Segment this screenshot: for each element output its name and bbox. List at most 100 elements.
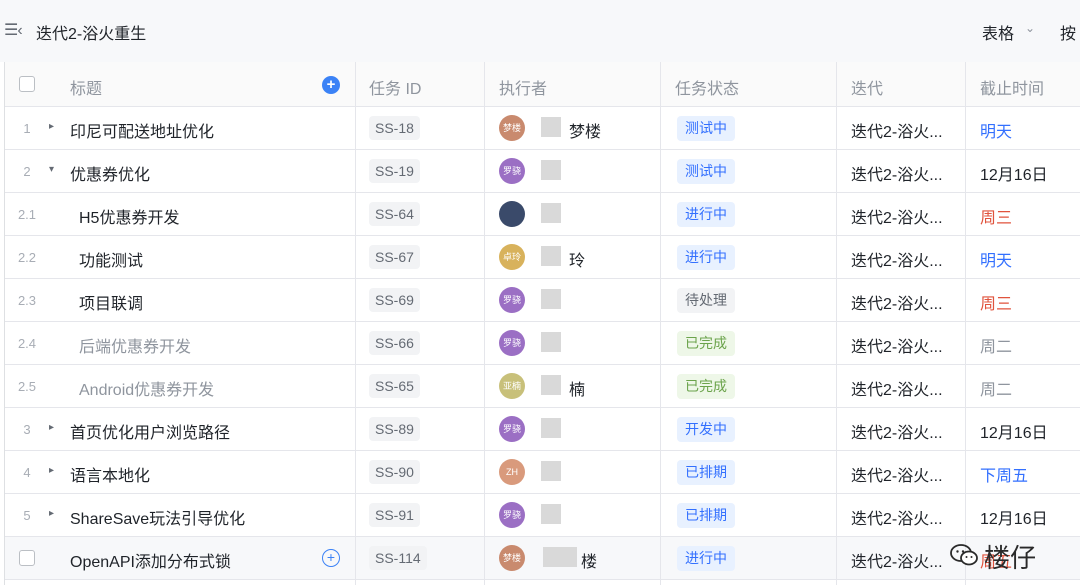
status-badge[interactable]: 已完成 [677,374,735,399]
task-id-badge: SS-91 [369,503,420,527]
redacted-owner-block [541,375,561,395]
chevron-down-icon[interactable]: ⌄ [1025,21,1035,35]
due-date-cell[interactable]: 周三 [980,204,1012,228]
column-header-task-id[interactable]: 任务 ID [369,75,421,99]
status-badge[interactable]: 已排期 [677,460,735,485]
iteration-cell[interactable]: 迭代2-浴火... [851,118,943,142]
row-number: 1 [23,121,31,136]
status-badge[interactable]: 进行中 [677,202,735,227]
status-badge[interactable]: 进行中 [677,245,735,270]
column-header-owner[interactable]: 执行者 [499,75,547,99]
select-all-checkbox[interactable] [19,76,35,92]
due-date-cell[interactable]: 周三 [980,290,1012,314]
add-task-icon[interactable]: + [322,76,340,94]
due-date-cell[interactable]: 12月16日 [980,161,1048,185]
task-table: 标题 + 任务 ID 执行者 任务状态 迭代 截止时间 1 ▸ 印尼可配送地址优化 S… [4,62,1080,585]
owner-name: 楠 [569,382,586,399]
watermark-text: 楼仔 [984,543,1037,573]
task-title[interactable]: 印尼可配送地址优化 [70,118,214,142]
collapse-sidebar-icon[interactable]: ☰‹ [4,20,23,40]
avatar[interactable]: 罗骁 [499,330,525,356]
due-date-cell[interactable]: 周二 [980,376,1012,400]
avatar[interactable]: 罗骁 [499,416,525,442]
row-divider [5,536,1080,537]
avatar[interactable]: 梦楼 [499,545,525,571]
avatar[interactable]: 亚楠 [499,373,525,399]
table-row[interactable]: 2.2 功能测试 SS-67 卓玲 玲 进行中 迭代2-浴火... 明天 [5,236,1080,279]
table-row[interactable]: 2.3 项目联调 SS-69 罗骁 待处理 迭代2-浴火... 周三 [5,279,1080,322]
task-title[interactable]: ShareSave玩法引导优化 [70,505,245,529]
table-row[interactable]: 3 ▸ 首页优化用户浏览路径 SS-89 罗骁 开发中 迭代2-浴火... 12月16日 [5,408,1080,451]
table-row[interactable]: 2 ▾ 优惠券优化 SS-19 罗骁 测试中 迭代2-浴火... 12月16日 [5,150,1080,193]
due-date-cell[interactable]: 12月16日 [980,505,1048,529]
iteration-cell[interactable]: 迭代2-浴火... [851,376,943,400]
table-row[interactable]: 2.1 H5优惠券开发 SS-64 进行中 迭代2-浴火... 周三 [5,193,1080,236]
iteration-cell[interactable]: 迭代2-浴火... [851,548,943,572]
table-row[interactable]: 2.4 后端优惠券开发 SS-66 罗骁 已完成 迭代2-浴火... 周二 [5,322,1080,365]
status-badge[interactable]: 测试中 [677,116,735,141]
view-selector-label[interactable]: 表格 [982,20,1014,44]
iteration-cell[interactable]: 迭代2-浴火... [851,505,943,529]
task-title[interactable]: Android优惠券开发 [79,376,214,400]
expand-toggle-icon[interactable]: ▸ [49,121,54,132]
due-date-cell[interactable]: 12月16日 [980,419,1048,443]
due-date-cell[interactable]: 周二 [980,333,1012,357]
table-row[interactable]: 1 ▸ 印尼可配送地址优化 SS-18 梦楼 梦楼 测试中 迭代2-浴火... 明天 [5,107,1080,150]
avatar[interactable]: 卓玲 [499,244,525,270]
sort-button-label[interactable]: 按 [1060,20,1076,44]
page-title: 迭代2-浴火重生 [36,26,147,43]
column-header-iteration[interactable]: 迭代 [851,75,883,99]
status-badge[interactable]: 进行中 [677,546,735,571]
status-badge[interactable]: 待处理 [677,288,735,313]
iteration-cell[interactable]: 迭代2-浴火... [851,419,943,443]
task-title[interactable]: 功能测试 [79,247,143,271]
redacted-owner-block [541,504,561,524]
task-title[interactable]: H5优惠券开发 [79,204,179,228]
table-row[interactable]: 4 ▸ 语言本地化 SS-90 ZH 已排期 迭代2-浴火... 下周五 [5,451,1080,494]
iteration-cell[interactable]: 迭代2-浴火... [851,247,943,271]
status-badge[interactable]: 已完成 [677,331,735,356]
iteration-cell[interactable]: 迭代2-浴火... [851,462,943,486]
task-title[interactable]: 语言本地化 [70,462,150,486]
iteration-cell[interactable]: 迭代2-浴火... [851,290,943,314]
row-divider [5,149,1080,150]
avatar[interactable]: 罗骁 [499,502,525,528]
due-date-cell[interactable]: 明天 [980,247,1012,271]
column-divider [836,62,837,585]
table-row[interactable]: 5 ▸ ShareSave玩法引导优化 SS-91 罗骁 已排期 迭代2-浴火... 12月1… [5,494,1080,537]
iteration-cell[interactable]: 迭代2-浴火... [851,204,943,228]
iteration-cell[interactable]: 迭代2-浴火... [851,333,943,357]
status-badge[interactable]: 测试中 [677,159,735,184]
table-row[interactable]: 2.5 Android优惠券开发 SS-65 亚楠 楠 已完成 迭代2-浴火... 周二 [5,365,1080,408]
task-title[interactable]: OpenAPI添加分布式锁 [70,548,231,572]
avatar[interactable]: 梦楼 [499,115,525,141]
column-header-status[interactable]: 任务状态 [675,75,739,99]
expand-toggle-icon[interactable]: ▸ [49,465,54,476]
task-title[interactable]: 项目联调 [79,290,143,314]
avatar[interactable]: ZH [499,459,525,485]
task-id-badge: SS-19 [369,159,420,183]
task-title[interactable]: 首页优化用户浏览路径 [70,419,230,443]
expand-toggle-icon[interactable]: ▸ [49,508,54,519]
status-badge[interactable]: 已排期 [677,503,735,528]
avatar[interactable]: 罗骁 [499,287,525,313]
column-header-title[interactable]: 标题 [70,75,102,99]
avatar[interactable]: 罗骁 [499,158,525,184]
task-id-badge: SS-65 [369,374,420,398]
row-divider [5,493,1080,494]
due-date-cell[interactable]: 明天 [980,118,1012,142]
expand-toggle-icon[interactable]: ▸ [49,422,54,433]
expand-toggle-icon[interactable]: ▾ [49,164,54,175]
row-checkbox[interactable] [19,550,35,566]
task-title[interactable]: 优惠券优化 [70,161,150,185]
row-divider [5,235,1080,236]
column-header-due[interactable]: 截止时间 [980,75,1044,99]
due-date-cell[interactable]: 下周五 [980,462,1028,486]
row-divider [5,321,1080,322]
task-title[interactable]: 后端优惠券开发 [79,333,191,357]
add-subtask-icon[interactable]: + [322,549,340,567]
iteration-cell[interactable]: 迭代2-浴火... [851,161,943,185]
avatar-photo[interactable] [499,201,525,227]
table-row-new[interactable]: OpenAPI添加分布式锁 + SS-114 梦楼 楼 进行中 迭代2-浴火..… [5,537,1080,580]
status-badge[interactable]: 开发中 [677,417,735,442]
